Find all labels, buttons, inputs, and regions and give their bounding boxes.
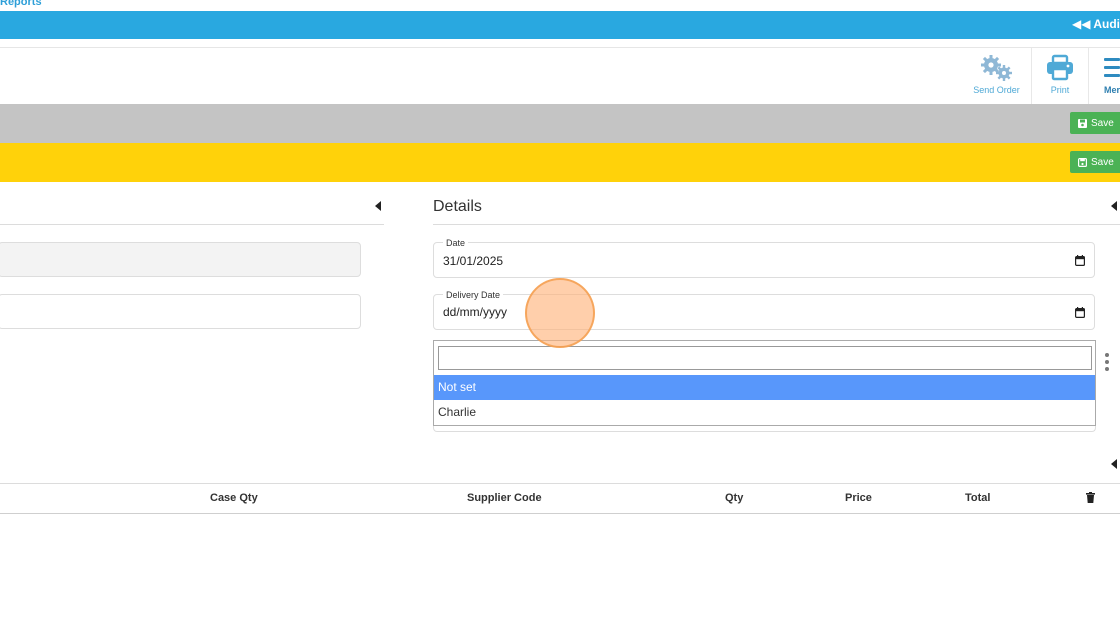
readonly-field (0, 242, 361, 277)
save-label: Save (1091, 117, 1114, 129)
more-options-icon[interactable] (1105, 353, 1109, 371)
section-divider (433, 224, 1120, 225)
click-indicator (525, 278, 595, 348)
reports-link[interactable]: Reports (0, 0, 42, 8)
collapse-caret-icon[interactable] (1111, 201, 1117, 211)
section-divider (0, 224, 384, 225)
dropdown-search-input[interactable] (438, 346, 1092, 370)
trash-icon[interactable] (1086, 492, 1095, 503)
dropdown-option-charlie[interactable]: Charlie (434, 400, 1095, 425)
delivery-date-label: Delivery Date (443, 290, 504, 300)
date-label: Date (443, 238, 469, 248)
floppy-disk-icon (1078, 118, 1087, 128)
yellow-status-bar: Save (0, 143, 1120, 182)
print-button[interactable]: Print (1032, 48, 1088, 105)
menu-label: Mer (1104, 85, 1120, 95)
text-field[interactable] (0, 294, 361, 329)
collapse-caret-icon[interactable] (1111, 459, 1117, 469)
hamburger-icon (1104, 58, 1120, 77)
blue-header-bar: ◀◀ Audi (0, 11, 1120, 39)
calendar-icon[interactable] (1075, 307, 1085, 318)
select-dropdown: Not set Charlie (433, 340, 1096, 426)
date-field[interactable]: Date 31/01/2025 (433, 238, 1095, 278)
calendar-icon[interactable] (1075, 255, 1085, 266)
column-header-price: Price (845, 492, 872, 504)
date-value: 31/01/2025 (443, 254, 504, 268)
print-label: Print (1050, 85, 1070, 95)
grey-status-bar: Save (0, 104, 1120, 143)
floppy-disk-outline-icon (1078, 157, 1087, 167)
items-table-header: Case Qty Supplier Code Qty Price Total (0, 483, 1120, 514)
collapse-caret-icon[interactable] (375, 201, 381, 211)
audit-label: Audi (1093, 17, 1120, 31)
delivery-date-placeholder: dd/mm/yyyy (443, 305, 508, 319)
send-order-label: Send Order (973, 85, 1020, 95)
audit-button[interactable]: ◀◀ Audi (1072, 17, 1120, 31)
column-header-case-qty: Case Qty (210, 492, 258, 504)
menu-button[interactable]: Mer (1089, 48, 1120, 105)
dropdown-option-not-set[interactable]: Not set (434, 375, 1095, 400)
details-title: Details (433, 198, 482, 215)
column-header-total: Total (965, 492, 991, 504)
save-label: Save (1091, 156, 1114, 168)
double-chevron-left-icon: ◀◀ (1071, 17, 1091, 31)
save-button[interactable]: Save (1070, 151, 1120, 173)
printer-icon (1047, 54, 1073, 81)
save-button[interactable]: Save (1070, 112, 1120, 134)
column-header-qty: Qty (725, 492, 744, 504)
column-header-supplier-code: Supplier Code (467, 492, 542, 504)
gears-icon (980, 55, 1012, 81)
send-order-button[interactable]: Send Order (962, 48, 1031, 105)
toolbar: Send Order Print Mer (0, 47, 1120, 105)
